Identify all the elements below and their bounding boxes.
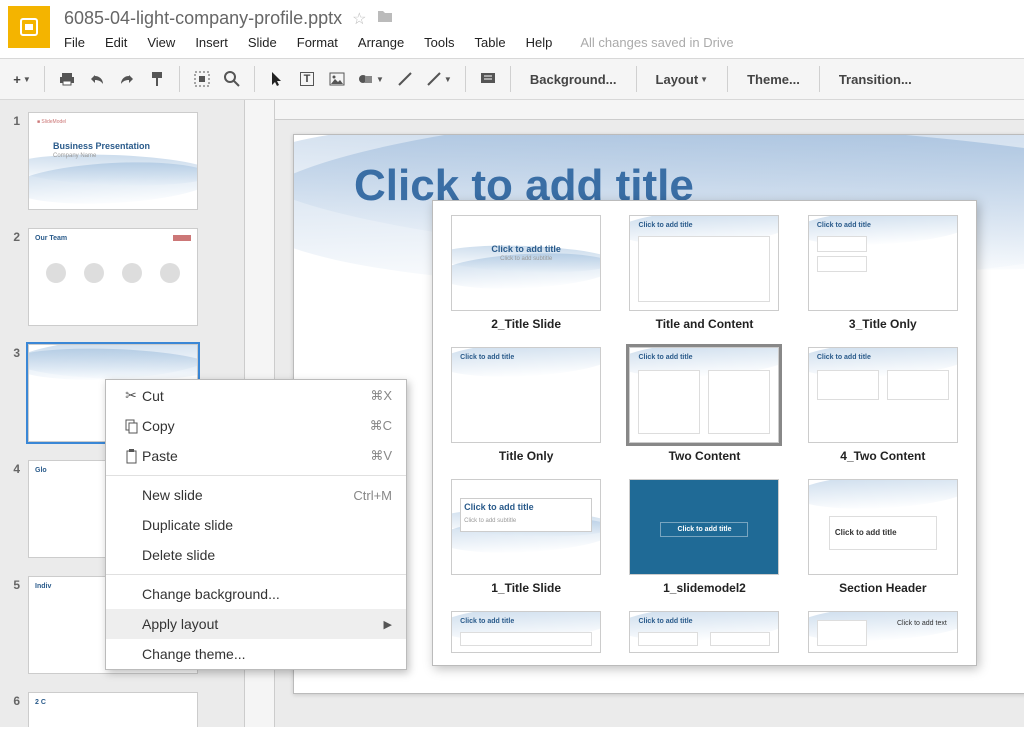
transition-button[interactable]: Transition... xyxy=(828,65,923,93)
paint-format-button[interactable] xyxy=(143,65,171,93)
submenu-arrow-icon: ▶ xyxy=(384,618,392,631)
menu-slide[interactable]: Slide xyxy=(248,35,277,50)
shape-tool[interactable]: ▼ xyxy=(353,65,389,93)
thumb-number: 2 xyxy=(8,228,28,326)
zoom-fit-button[interactable] xyxy=(188,65,216,93)
cm-copy[interactable]: Copy ⌘C xyxy=(106,411,406,441)
thumb-number: 5 xyxy=(8,576,28,674)
thumb-1[interactable]: ■ SlideModel Business Presentation Compa… xyxy=(28,112,198,210)
cut-icon: ✂ xyxy=(120,387,142,404)
layout-extra-2[interactable]: Click to add title xyxy=(629,611,779,653)
print-button[interactable] xyxy=(53,65,81,93)
copy-icon xyxy=(120,419,142,434)
layout-2-title-slide[interactable]: Click to add titleClick to add subtitle xyxy=(451,215,601,311)
thumb-row[interactable]: 2 Our Team xyxy=(8,228,236,326)
layout-button[interactable]: Layout▼ xyxy=(645,65,720,93)
app-logo[interactable] xyxy=(8,6,50,48)
doc-title[interactable]: 6085-04-light-company-profile.pptx xyxy=(64,8,342,29)
thumb-number: 6 xyxy=(8,692,28,727)
cm-separator xyxy=(106,574,406,575)
layout-flyout: Click to add titleClick to add subtitle2… xyxy=(432,200,977,666)
line-menu[interactable]: ▼ xyxy=(421,65,457,93)
layout-extra-1[interactable]: Click to add title xyxy=(451,611,601,653)
menu-help[interactable]: Help xyxy=(526,35,553,50)
save-status: All changes saved in Drive xyxy=(580,35,733,50)
cm-change-theme[interactable]: Change theme... xyxy=(106,639,406,669)
menu-insert[interactable]: Insert xyxy=(195,35,228,50)
context-menu: ✂ Cut ⌘X Copy ⌘C Paste ⌘V New slide Ctrl… xyxy=(105,379,407,670)
layout-section-header[interactable]: Click to add title xyxy=(808,479,958,575)
thumb-number: 3 xyxy=(8,344,28,442)
thumb-row[interactable]: 6 2 C xyxy=(8,692,236,727)
layout-title-only[interactable]: Click to add title xyxy=(451,347,601,443)
header: 6085-04-light-company-profile.pptx ☆ Fil… xyxy=(0,0,1024,58)
paste-icon xyxy=(120,449,142,464)
layout-1-slidemodel2[interactable]: Click to add title xyxy=(629,479,779,575)
thumb-2[interactable]: Our Team xyxy=(28,228,198,326)
cm-delete-slide[interactable]: Delete slide xyxy=(106,540,406,570)
paint-icon xyxy=(150,71,164,87)
line-tool[interactable] xyxy=(391,65,419,93)
print-icon xyxy=(59,72,75,86)
star-icon[interactable]: ☆ xyxy=(352,9,366,29)
fit-icon xyxy=(194,71,210,87)
thumb-row[interactable]: 1 ■ SlideModel Business Presentation Com… xyxy=(8,112,236,210)
comment-icon xyxy=(480,72,496,86)
shape-icon xyxy=(358,72,374,86)
menu-view[interactable]: View xyxy=(147,35,175,50)
layout-two-content[interactable]: Click to add title xyxy=(629,347,779,443)
thumb-number: 1 xyxy=(8,112,28,210)
menu-table[interactable]: Table xyxy=(475,35,506,50)
layout-4-two-content[interactable]: Click to add title xyxy=(808,347,958,443)
menu-file[interactable]: File xyxy=(64,35,85,50)
cm-cut[interactable]: ✂ Cut ⌘X xyxy=(106,380,406,411)
menu-tools[interactable]: Tools xyxy=(424,35,454,50)
thumb-number: 4 xyxy=(8,460,28,558)
redo-button[interactable] xyxy=(113,65,141,93)
toolbar: +▼ T ▼ ▼ Background... Layout▼ Theme... … xyxy=(0,58,1024,100)
line2-icon xyxy=(426,71,442,87)
background-button[interactable]: Background... xyxy=(519,65,628,93)
cursor-icon xyxy=(270,71,284,87)
undo-button[interactable] xyxy=(83,65,111,93)
menu-edit[interactable]: Edit xyxy=(105,35,127,50)
layout-title-and-content[interactable]: Click to add title xyxy=(629,215,779,311)
text-icon: T xyxy=(300,72,315,86)
slides-icon xyxy=(17,15,41,39)
folder-icon[interactable] xyxy=(377,9,393,28)
zoom-button[interactable] xyxy=(218,65,246,93)
cm-new-slide[interactable]: New slide Ctrl+M xyxy=(106,480,406,510)
redo-icon xyxy=(119,73,135,85)
ruler-horizontal xyxy=(275,100,1024,120)
line-icon xyxy=(397,71,413,87)
cm-duplicate-slide[interactable]: Duplicate slide xyxy=(106,510,406,540)
comment-button[interactable] xyxy=(474,65,502,93)
theme-button[interactable]: Theme... xyxy=(736,65,811,93)
menubar: File Edit View Insert Slide Format Arran… xyxy=(64,29,1016,58)
layout-1-title-slide[interactable]: Click to add titleClick to add subtitle xyxy=(451,479,601,575)
layout-3-title-only[interactable]: Click to add title xyxy=(808,215,958,311)
new-slide-button[interactable]: +▼ xyxy=(8,65,36,93)
cm-change-background[interactable]: Change background... xyxy=(106,579,406,609)
cm-separator xyxy=(106,475,406,476)
doc-area: 6085-04-light-company-profile.pptx ☆ Fil… xyxy=(64,6,1016,58)
cm-paste[interactable]: Paste ⌘V xyxy=(106,441,406,471)
undo-icon xyxy=(89,73,105,85)
select-tool[interactable] xyxy=(263,65,291,93)
image-tool[interactable] xyxy=(323,65,351,93)
cm-apply-layout[interactable]: Apply layout ▶ xyxy=(106,609,406,639)
zoom-icon xyxy=(224,71,240,87)
thumb-6[interactable]: 2 C xyxy=(28,692,198,727)
layout-extra-3[interactable]: Click to add text xyxy=(808,611,958,653)
textbox-tool[interactable]: T xyxy=(293,65,321,93)
image-icon xyxy=(329,72,345,86)
menu-arrange[interactable]: Arrange xyxy=(358,35,404,50)
menu-format[interactable]: Format xyxy=(297,35,338,50)
